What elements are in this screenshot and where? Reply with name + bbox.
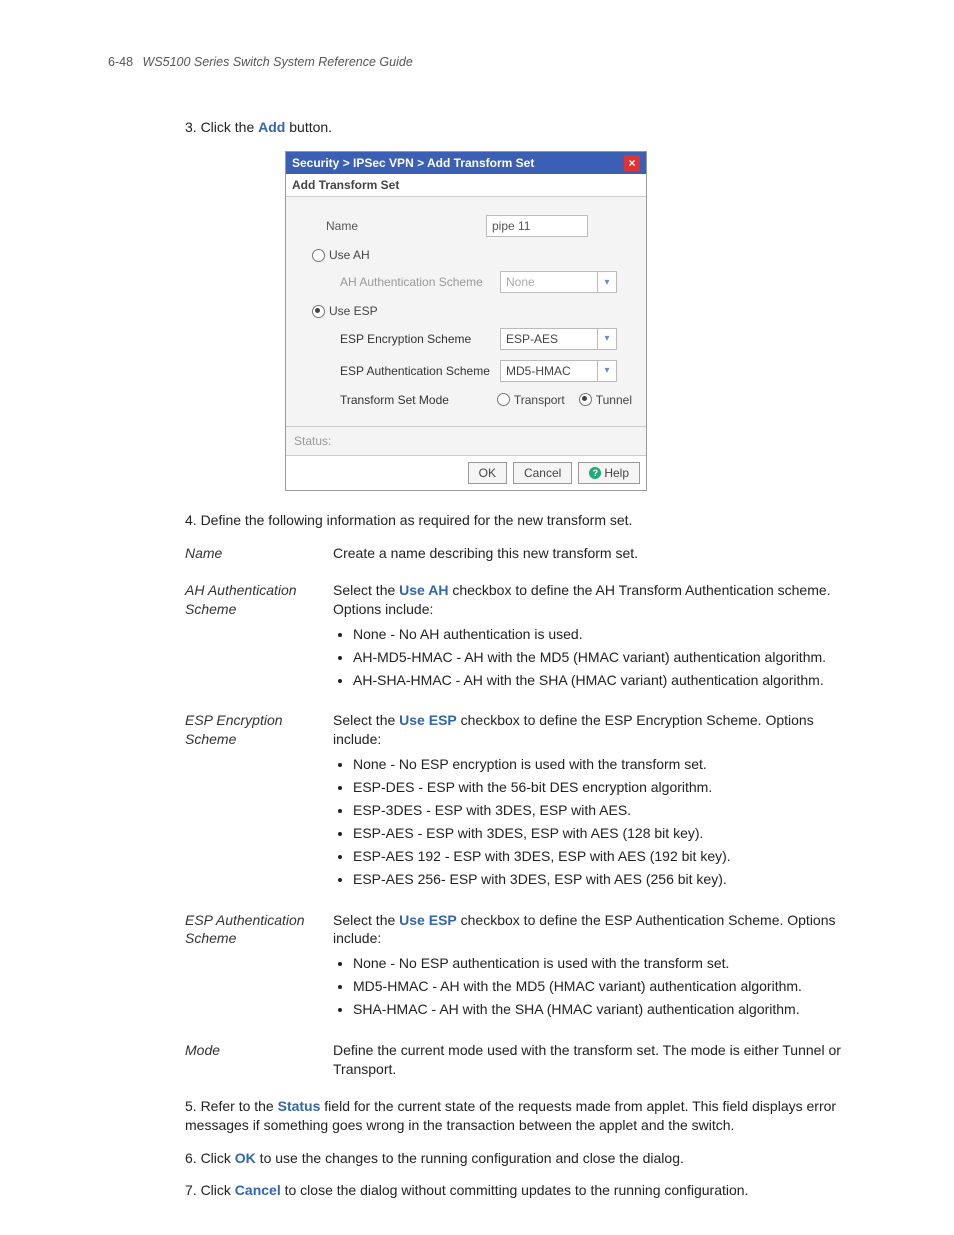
- list-item: ESP-3DES - ESP with 3DES, ESP with AES.: [353, 801, 845, 820]
- mode-transport-radio[interactable]: Transport: [497, 392, 565, 408]
- use-esp-radio[interactable]: Use ESP: [312, 303, 632, 319]
- use-esp-label: Use ESP: [329, 303, 378, 319]
- esp-enc-value: ESP-AES: [506, 331, 558, 347]
- mode-transport-label: Transport: [514, 392, 565, 408]
- use-ah-ref: Use AH: [399, 582, 448, 598]
- esp-auth-label: ESP Authentication Scheme: [326, 363, 500, 379]
- list-item: AH-MD5-HMAC - AH with the MD5 (HMAC vari…: [353, 648, 845, 667]
- chevron-down-icon: ▾: [597, 329, 616, 349]
- def-ah-desc: Select the Use AH checkbox to define the…: [333, 581, 845, 693]
- radio-icon: [579, 393, 592, 406]
- ah-auth-label: AH Authentication Scheme: [326, 274, 500, 290]
- help-icon: ?: [589, 467, 601, 479]
- def-mode-desc: Define the current mode used with the tr…: [333, 1041, 845, 1079]
- ok-ref: OK: [235, 1150, 256, 1166]
- list-item: ESP-AES - ESP with 3DES, ESP with AES (1…: [353, 824, 845, 843]
- def-espauth-term: ESP Authentication Scheme: [185, 911, 325, 1023]
- list-item: AH-SHA-HMAC - AH with the SHA (HMAC vari…: [353, 671, 845, 690]
- status-ref: Status: [278, 1098, 321, 1114]
- list-item: None - No AH authentication is used.: [353, 625, 845, 644]
- mode-label: Transform Set Mode: [326, 392, 497, 408]
- chevron-down-icon: ▾: [597, 272, 616, 292]
- def-mode-term: Mode: [185, 1041, 325, 1079]
- close-icon[interactable]: ×: [624, 155, 640, 171]
- page-header: 6-48 WS5100 Series Switch System Referen…: [108, 55, 413, 69]
- def-espenc-desc: Select the Use ESP checkbox to define th…: [333, 711, 845, 892]
- list-item: ESP-AES 256- ESP with 3DES, ESP with AES…: [353, 870, 845, 889]
- radio-icon: [497, 393, 510, 406]
- cancel-ref: Cancel: [235, 1182, 281, 1198]
- name-label: Name: [326, 218, 486, 234]
- use-esp-ref: Use ESP: [399, 712, 457, 728]
- step-6: 6. Click OK to use the changes to the ru…: [185, 1149, 845, 1168]
- use-ah-radio[interactable]: Use AH: [312, 247, 632, 263]
- radio-icon: [312, 305, 325, 318]
- add-transform-set-dialog: Security > IPSec VPN > Add Transform Set…: [285, 151, 647, 491]
- cancel-button[interactable]: Cancel: [513, 462, 572, 484]
- step-3: 3. Click the Add button.: [185, 118, 845, 137]
- add-button-ref: Add: [258, 119, 285, 135]
- ok-button[interactable]: OK: [468, 462, 507, 484]
- page-number: 6-48: [108, 55, 133, 69]
- step3-suffix: button.: [285, 119, 332, 135]
- esp-enc-select[interactable]: ESP-AES ▾: [500, 328, 617, 350]
- mode-tunnel-radio[interactable]: Tunnel: [579, 392, 632, 408]
- radio-icon: [312, 249, 325, 262]
- list-item: None - No ESP authentication is used wit…: [353, 954, 845, 973]
- name-input[interactable]: pipe 11: [486, 215, 588, 237]
- step-7: 7. Click Cancel to close the dialog with…: [185, 1181, 845, 1200]
- list-item: ESP-DES - ESP with the 56-bit DES encryp…: [353, 778, 845, 797]
- step3-prefix: 3. Click the: [185, 119, 258, 135]
- use-ah-label: Use AH: [329, 247, 370, 263]
- chevron-down-icon: ▾: [597, 361, 616, 381]
- def-espenc-term: ESP Encryption Scheme: [185, 711, 325, 892]
- step-5: 5. Refer to the Status field for the cur…: [185, 1097, 845, 1135]
- def-espauth-desc: Select the Use ESP checkbox to define th…: [333, 911, 845, 1023]
- dialog-titlebar: Security > IPSec VPN > Add Transform Set…: [286, 152, 646, 174]
- status-row: Status:: [286, 426, 646, 456]
- status-label: Status:: [294, 434, 331, 448]
- list-item: MD5-HMAC - AH with the MD5 (HMAC variant…: [353, 977, 845, 996]
- list-item: None - No ESP encryption is used with th…: [353, 755, 845, 774]
- ah-auth-value: None: [506, 274, 535, 290]
- help-button[interactable]: ? Help: [578, 462, 640, 484]
- definitions-table: Name Create a name describing this new t…: [185, 544, 845, 1079]
- ah-auth-select[interactable]: None ▾: [500, 271, 617, 293]
- guide-title: WS5100 Series Switch System Reference Gu…: [143, 55, 413, 69]
- dialog-subtitle: Add Transform Set: [286, 174, 646, 197]
- dialog-title-text: Security > IPSec VPN > Add Transform Set: [292, 155, 534, 171]
- def-ah-term: AH Authentication Scheme: [185, 581, 325, 693]
- esp-auth-value: MD5-HMAC: [506, 363, 571, 379]
- def-name-desc: Create a name describing this new transf…: [333, 544, 845, 563]
- esp-enc-label: ESP Encryption Scheme: [326, 331, 500, 347]
- esp-auth-select[interactable]: MD5-HMAC ▾: [500, 360, 617, 382]
- use-esp-ref: Use ESP: [399, 912, 457, 928]
- list-item: SHA-HMAC - AH with the SHA (HMAC variant…: [353, 1000, 845, 1019]
- step-4: 4. Define the following information as r…: [185, 511, 845, 530]
- def-name-term: Name: [185, 544, 325, 563]
- list-item: ESP-AES 192 - ESP with 3DES, ESP with AE…: [353, 847, 845, 866]
- mode-tunnel-label: Tunnel: [596, 392, 632, 408]
